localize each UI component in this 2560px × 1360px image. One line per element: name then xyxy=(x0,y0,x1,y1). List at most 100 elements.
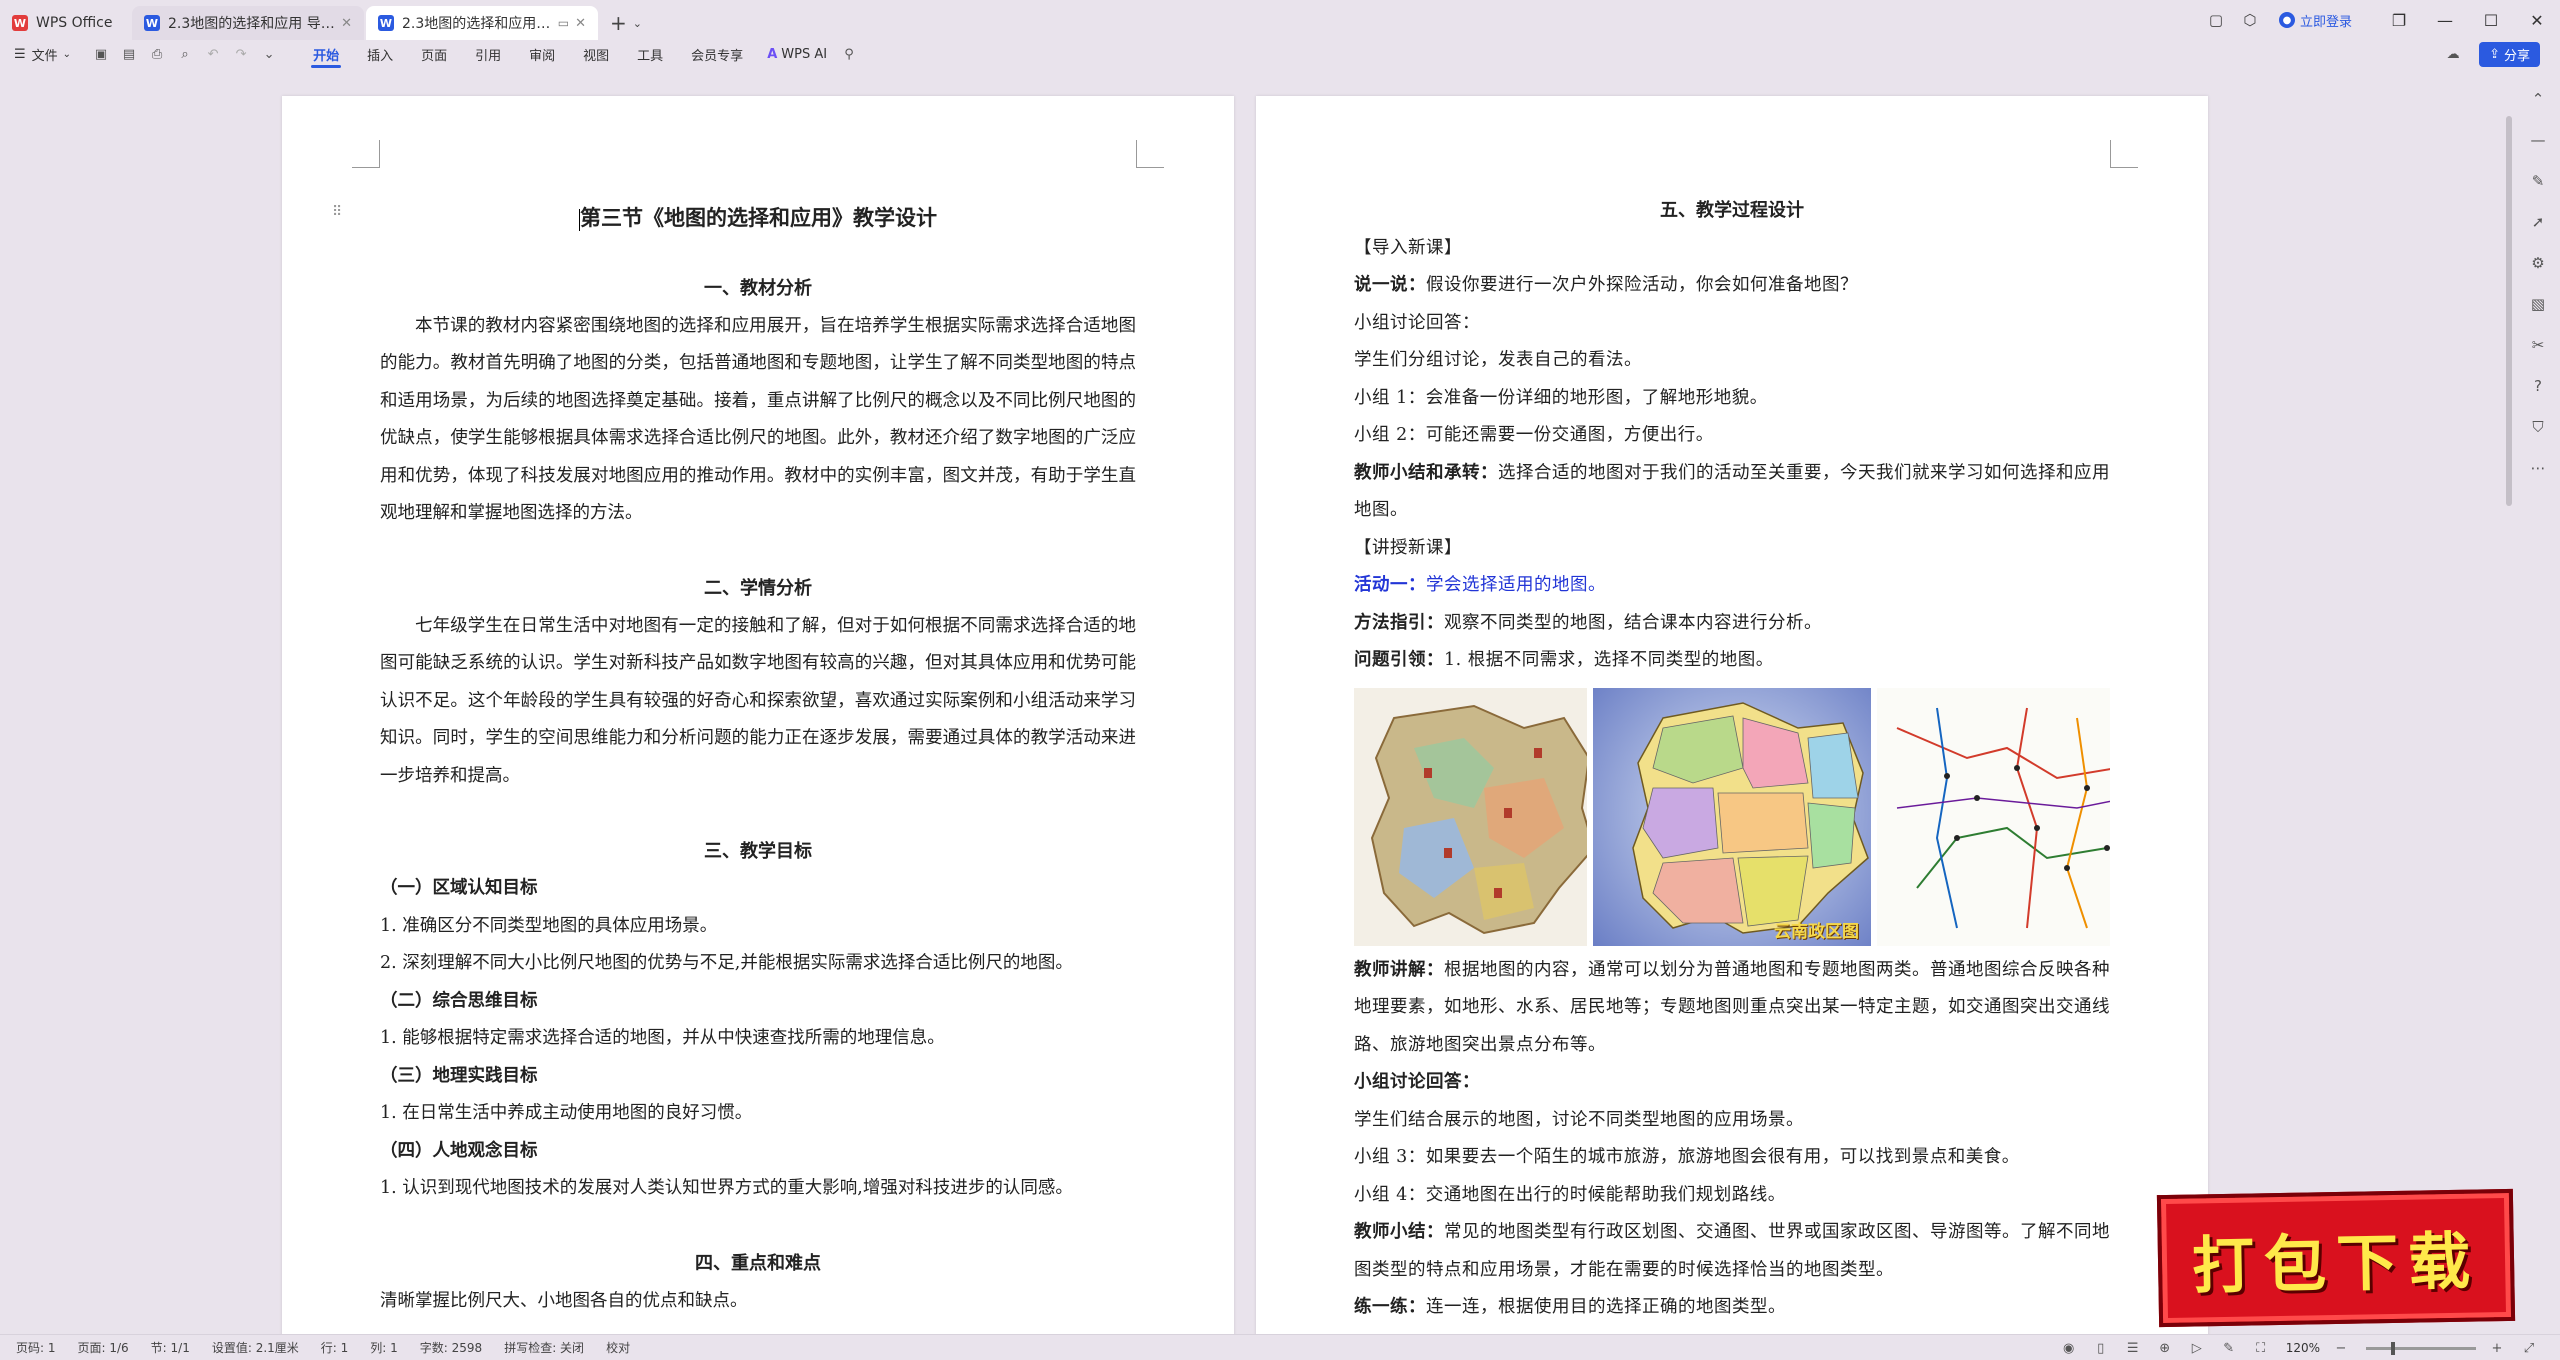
paragraph: 练一练：连一连，根据使用目的选择正确的地图类型。 xyxy=(1354,1297,1786,1317)
tab-member[interactable]: 会员专享 xyxy=(677,40,757,68)
tourist-map-image[interactable] xyxy=(1354,687,1587,946)
more-icon[interactable]: ⋯ xyxy=(2523,453,2553,483)
web-view-icon[interactable]: ⊕ xyxy=(2154,1338,2176,1358)
status-row[interactable]: 行: 1 xyxy=(321,1339,349,1356)
subheading: （四）人地观念目标 xyxy=(380,1140,538,1161)
restore-window-button[interactable]: ❐ xyxy=(2376,0,2422,40)
tab-doc-design[interactable]: W 2.3地图的选择和应用 教学设计 ▭ ✕ xyxy=(366,6,598,40)
file-menu[interactable]: ☰ 文件 ⌄ xyxy=(14,45,71,64)
export-pdf-icon[interactable]: ▤ xyxy=(117,42,141,66)
status-page-number[interactable]: 页码: 1 xyxy=(16,1339,56,1356)
document-page-2[interactable]: 五、教学过程设计 【导入新课】 说一说：假设你要进行一次户外探险活动，你会如何准… xyxy=(1256,96,2208,1334)
tab-start[interactable]: 开始 xyxy=(299,40,353,68)
tab-reference[interactable]: 引用 xyxy=(461,40,515,68)
settings-icon[interactable]: ⚙ xyxy=(2523,248,2553,278)
menu-bar-right: ☁ ⇪ 分享 xyxy=(2441,40,2540,68)
image-icon[interactable]: ▧ xyxy=(2523,289,2553,319)
cloud-icon[interactable]: ☁ xyxy=(2441,42,2465,66)
download-badge-label: 打包下载 xyxy=(2191,1224,2481,1303)
chevron-down-icon[interactable]: ⌄ xyxy=(633,17,642,30)
paragraph: 七年级学生在日常生活中对地图有一定的接触和了解，但对于如何根据不同需求选择合适的… xyxy=(380,615,1136,786)
outline-icon[interactable]: ☰ xyxy=(2122,1338,2144,1358)
layout-icon[interactable]: ▢ xyxy=(2201,5,2231,35)
redo-icon[interactable]: ↷ xyxy=(229,42,253,66)
tab-insert[interactable]: 插入 xyxy=(353,40,407,68)
status-column[interactable]: 列: 1 xyxy=(370,1339,398,1356)
tab-label: 2.3地图的选择和应用 教学设计 xyxy=(402,16,552,32)
up-arrow-icon[interactable]: ⌃ xyxy=(2523,84,2553,114)
cube-icon[interactable]: ⬡ xyxy=(2235,5,2265,35)
select-icon[interactable]: ➚ xyxy=(2523,207,2553,237)
eye-icon[interactable]: ◉ xyxy=(2058,1338,2080,1358)
wps-ai-button[interactable]: A WPS AI xyxy=(757,47,837,62)
fullscreen-icon[interactable]: ⤢ xyxy=(2518,1338,2540,1358)
login-button[interactable]: ● 立即登录 xyxy=(2278,11,2352,30)
tab-label: 2.3地图的选择和应用 导学案-2024 xyxy=(168,16,335,32)
avatar-icon: ● xyxy=(2278,12,2295,28)
help-icon[interactable]: ? xyxy=(2523,371,2553,401)
zoom-out-icon[interactable]: − xyxy=(2330,1338,2352,1358)
undo-icon[interactable]: ↶ xyxy=(201,42,225,66)
download-badge[interactable]: 打包下载 xyxy=(2156,1188,2516,1328)
share-button[interactable]: ⇪ 分享 xyxy=(2479,41,2540,67)
tools-icon[interactable]: ✂ xyxy=(2523,330,2553,360)
tab-view[interactable]: 视图 xyxy=(569,40,623,68)
tab-label: WPS Office xyxy=(36,15,113,31)
tab-doc-guide[interactable]: W 2.3地图的选择和应用 导学案-2024 ✕ xyxy=(132,6,364,40)
tab-wps-home[interactable]: W WPS Office xyxy=(0,6,130,40)
close-window-button[interactable]: ✕ xyxy=(2514,0,2560,40)
paragraph: 说一说：假设你要进行一次户外探险活动，你会如何准备地图？ xyxy=(1354,275,1858,295)
print-preview-icon[interactable]: ⌕ xyxy=(173,42,197,66)
zoom-level[interactable]: 120% xyxy=(2286,1341,2320,1355)
tab-review[interactable]: 审阅 xyxy=(515,40,569,68)
traffic-map-image[interactable] xyxy=(1877,687,2110,946)
tshirt-icon[interactable]: ⛉ xyxy=(2523,412,2553,442)
label: 问题引领： xyxy=(1354,650,1444,670)
page-view-icon[interactable]: ▯ xyxy=(2090,1338,2112,1358)
hamburger-icon: ☰ xyxy=(14,46,26,62)
vertical-scrollbar[interactable] xyxy=(2504,72,2514,1334)
new-tab-button[interactable]: + ⌄ xyxy=(600,6,652,40)
tab-page[interactable]: 页面 xyxy=(407,40,461,68)
page-1-content[interactable]: 第三节《地图的选择和应用》教学设计 一、教材分析 本节课的教材内容紧密围绕地图的… xyxy=(380,196,1136,1320)
side-panel: ⌃ — ✎ ➚ ⚙ ▧ ✂ ? ⛉ ⋯ xyxy=(2516,72,2560,1334)
maximize-button[interactable]: ☐ xyxy=(2468,0,2514,40)
print-icon[interactable]: ⎙ xyxy=(145,42,169,66)
save-icon[interactable]: ▣ xyxy=(89,42,113,66)
status-word-count[interactable]: 字数: 2598 xyxy=(420,1339,482,1356)
minimize-button[interactable]: — xyxy=(2422,0,2468,40)
document-workspace[interactable]: ⠿ 第三节《地图的选择和应用》教学设计 一、教材分析 本节课的教材内容紧密围绕地… xyxy=(0,72,2520,1334)
minus-icon[interactable]: — xyxy=(2523,125,2553,155)
close-icon[interactable]: ✕ xyxy=(575,16,586,31)
status-spell-check[interactable]: 拼写检查: 关闭 xyxy=(504,1339,584,1356)
close-icon[interactable]: ✕ xyxy=(341,16,352,31)
scrollbar-thumb[interactable] xyxy=(2506,116,2512,506)
status-pages[interactable]: 页面: 1/6 xyxy=(78,1339,129,1356)
drag-handle-icon[interactable]: ⠿ xyxy=(332,204,342,220)
paragraph: 方法指引：观察不同类型的地图，结合课本内容进行分析。 xyxy=(1354,612,1822,633)
search-icon[interactable]: ⚲ xyxy=(837,42,861,66)
zoom-slider-knob[interactable] xyxy=(2390,1341,2395,1355)
zoom-slider[interactable] xyxy=(2366,1341,2476,1355)
pen-icon[interactable]: ✎ xyxy=(2523,166,2553,196)
fit-icon[interactable]: ⛶ xyxy=(2250,1338,2272,1358)
status-setting[interactable]: 设置值: 2.1厘米 xyxy=(212,1339,299,1356)
bracket-heading: 【讲授新课】 xyxy=(1354,537,1462,558)
section-heading: 四、重点和难点 xyxy=(695,1253,821,1274)
document-page-1[interactable]: ⠿ 第三节《地图的选择和应用》教学设计 一、教材分析 本节课的教材内容紧密围绕地… xyxy=(282,96,1234,1334)
status-bar-right: ◉ ▯ ☰ ⊕ ▷ ✎ ⛶ 120% − + ⤢ xyxy=(2048,1335,2540,1360)
zoom-in-icon[interactable]: + xyxy=(2486,1338,2508,1358)
tab-tools[interactable]: 工具 xyxy=(623,40,677,68)
page-2-content[interactable]: 五、教学过程设计 【导入新课】 说一说：假设你要进行一次户外探险活动，你会如何准… xyxy=(1354,192,2110,1327)
status-section[interactable]: 节: 1/1 xyxy=(151,1339,190,1356)
write-mode-icon[interactable]: ✎ xyxy=(2218,1338,2240,1358)
status-proofread[interactable]: 校对 xyxy=(606,1339,630,1356)
login-label: 立即登录 xyxy=(2299,14,2352,30)
label: 活动一： xyxy=(1354,575,1426,595)
play-icon[interactable]: ▷ xyxy=(2186,1338,2208,1358)
paragraph: 教师小结和承转：选择合适的地图对于我们的活动至关重要，今天我们就来学习如何选择和… xyxy=(1354,462,2110,521)
margin-mark xyxy=(352,140,380,168)
chevron-down-icon[interactable]: ⌄ xyxy=(257,42,281,66)
political-map-image[interactable]: 云南政区图 xyxy=(1592,687,1872,946)
